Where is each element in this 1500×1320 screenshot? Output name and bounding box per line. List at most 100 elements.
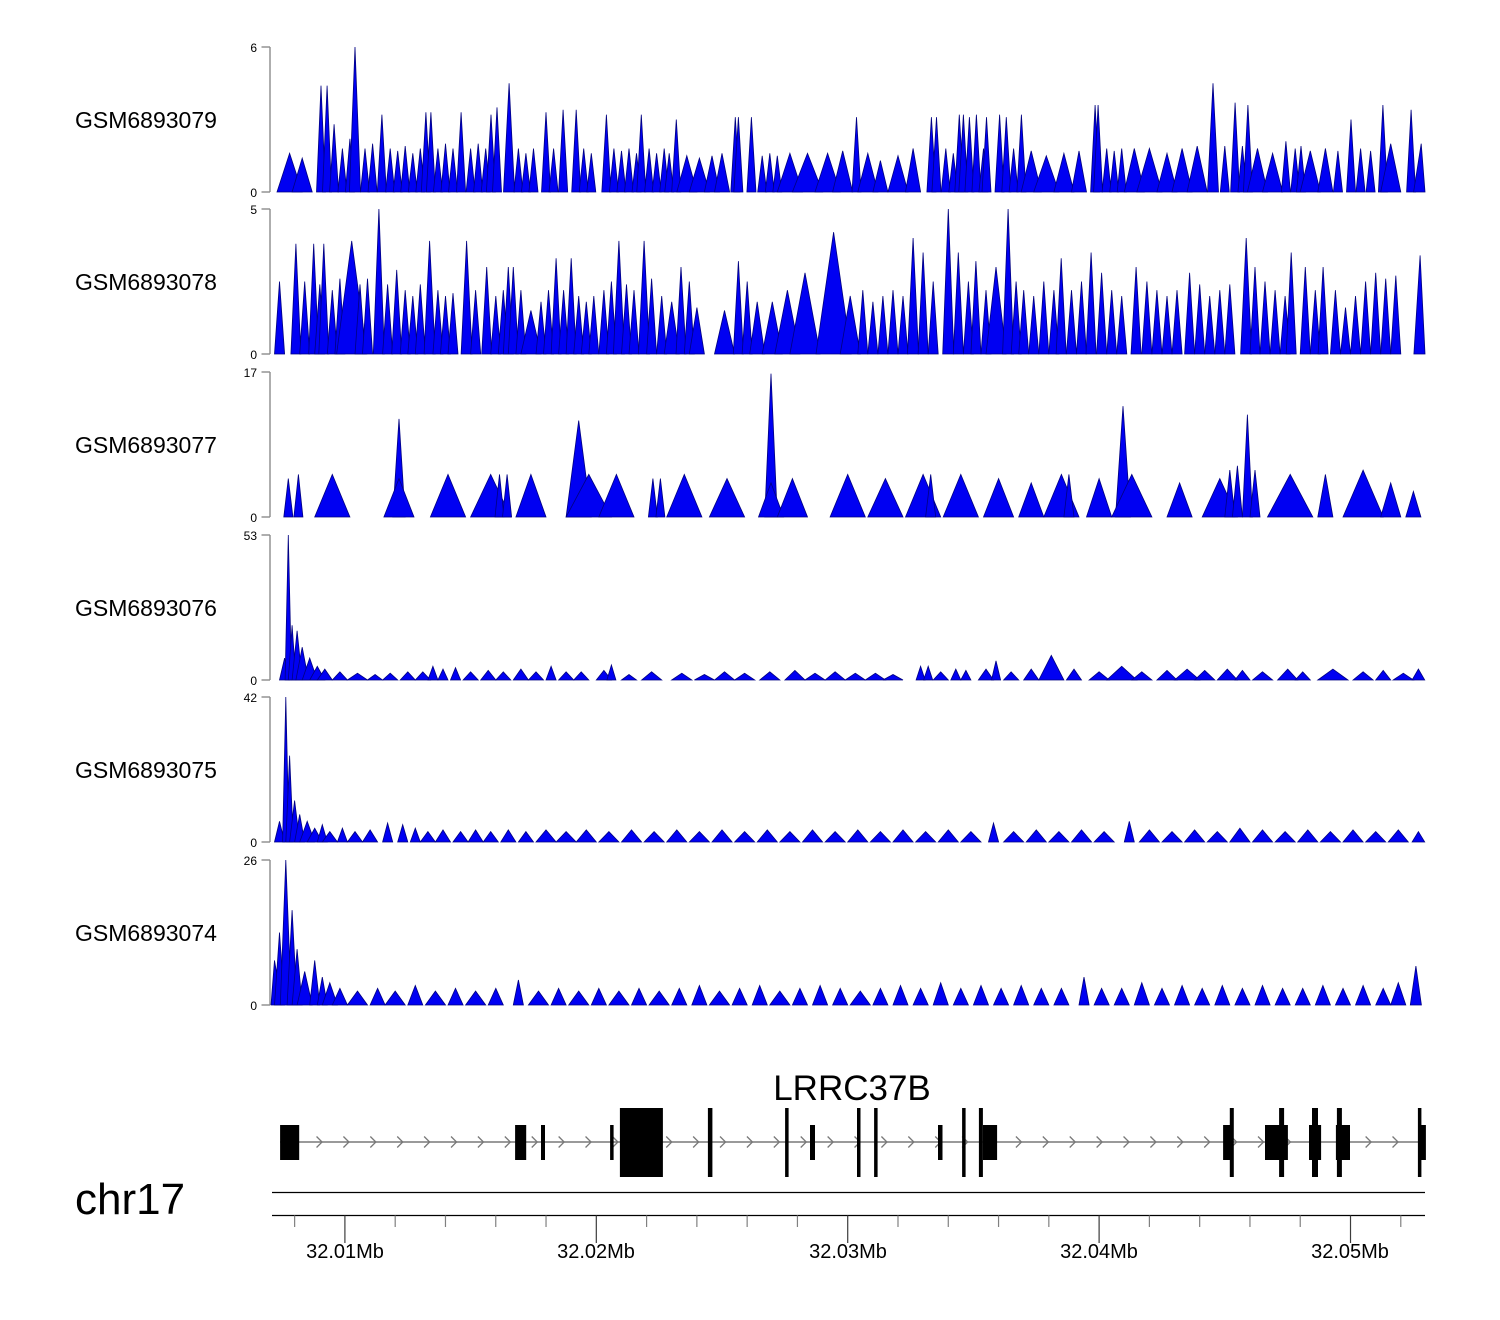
coverage-peak: [1102, 149, 1111, 193]
coverage-peak: [501, 830, 516, 842]
coverage-peak: [637, 115, 646, 192]
coverage-peak: [461, 241, 472, 354]
coverage-peak: [383, 673, 398, 680]
coverage-peak: [468, 830, 483, 842]
coverage-peak: [692, 986, 707, 1006]
coverage-peak: [1315, 986, 1330, 1006]
coverage-peak: [347, 673, 367, 680]
coverage-peak: [709, 479, 744, 517]
coverage-peak: [1333, 151, 1342, 192]
coverage-peak: [275, 282, 285, 355]
coverage-peak: [1320, 832, 1340, 842]
coverage-peak: [694, 675, 714, 681]
coverage-track-GSM6893078: [262, 209, 1426, 354]
coverage-peak: [1278, 669, 1298, 680]
gene-exon: [979, 1108, 983, 1177]
coverage-peak: [868, 302, 878, 354]
coverage-peak: [916, 832, 936, 842]
coverage-peak: [676, 267, 686, 354]
coverage-peak: [529, 149, 538, 193]
coverage-peak: [750, 302, 765, 354]
coverage-peak: [323, 86, 332, 192]
coverage-peak: [792, 988, 807, 1005]
coverage-peak: [672, 988, 687, 1005]
track-label: GSM6893079: [75, 107, 217, 133]
gene-name-label: LRRC37B: [773, 1069, 931, 1108]
coverage-peak: [1142, 282, 1152, 355]
coverage-peak: [1414, 144, 1425, 192]
coverage-peak: [928, 282, 938, 355]
coverage-peak: [938, 830, 958, 842]
coverage-peak: [913, 988, 928, 1005]
coverage-peak: [441, 144, 450, 192]
coverage-peak: [315, 474, 350, 517]
coverage-peak: [1187, 146, 1207, 192]
coverage-peak: [1232, 466, 1242, 517]
coverage-track-GSM6893079: [262, 47, 1426, 192]
coverage-peak: [1412, 669, 1425, 680]
coverage-peak: [1391, 983, 1406, 1005]
coverage-peak: [363, 279, 373, 354]
coverage-peak: [648, 479, 657, 517]
coverage-peak: [1242, 415, 1252, 517]
coverage-peak: [642, 672, 662, 680]
coverage-peak: [1107, 290, 1117, 354]
coverage-peak: [715, 153, 730, 192]
coverage-peak: [1347, 120, 1356, 193]
y-zero-label: 0: [250, 511, 257, 525]
coverage-track-GSM6893075: [262, 697, 1425, 842]
coverage-peak: [632, 988, 647, 1005]
coverage-peak: [466, 991, 486, 1005]
coverage-peak: [951, 669, 961, 680]
coverage-peak: [1175, 986, 1190, 1006]
coverage-peak: [1298, 830, 1318, 842]
coverage-peak: [760, 672, 780, 680]
coverage-track-GSM6893074: [262, 860, 1422, 1005]
coverage-peak: [735, 832, 755, 842]
coverage-track-GSM6893077: [262, 372, 1421, 517]
gene-exon: [610, 1125, 614, 1160]
coverage-peak: [589, 296, 599, 354]
coverage-peak: [645, 149, 654, 193]
track-label: GSM6893076: [75, 595, 217, 621]
coverage-peak: [924, 666, 933, 680]
track-label: GSM6893074: [75, 920, 217, 946]
chromosome-label: chr17: [75, 1175, 185, 1224]
coverage-peak: [546, 666, 556, 680]
coverage-peak: [1215, 986, 1230, 1006]
coverage-peak: [363, 830, 378, 842]
coverage-peak: [893, 986, 908, 1006]
coverage-peak: [715, 311, 735, 355]
gene-exon: [857, 1108, 861, 1177]
coverage-peak: [961, 670, 971, 680]
coverage-peak: [1004, 832, 1024, 842]
coverage-peak: [712, 830, 732, 842]
coverage-peak: [569, 991, 589, 1005]
coverage-peak: [408, 153, 417, 192]
coverage-peak: [1167, 483, 1192, 517]
coverage-peak: [587, 153, 596, 192]
coverage-peak: [972, 115, 981, 192]
coverage-peak: [361, 149, 370, 193]
coverage-peak: [1172, 290, 1182, 354]
coverage-peak: [1406, 491, 1421, 517]
coverage-peak: [1341, 308, 1351, 354]
coverage-peak: [1072, 151, 1087, 192]
y-zero-label: 0: [250, 674, 257, 688]
coverage-peak: [1381, 279, 1391, 354]
coverage-peak: [1235, 988, 1250, 1005]
coverage-peak: [1195, 988, 1210, 1005]
coverage-peak: [521, 153, 530, 192]
coverage-peak: [463, 672, 478, 680]
coverage-peak: [503, 474, 512, 517]
coverage-peak: [368, 144, 377, 192]
coverage-peak: [607, 665, 616, 680]
y-zero-label: 0: [250, 186, 257, 200]
coverage-peak: [1414, 255, 1425, 354]
coverage-peak: [870, 832, 890, 842]
coverage-peak: [300, 282, 310, 355]
coverage-peak: [1343, 830, 1363, 842]
coverage-peak: [667, 830, 687, 842]
coverage-peak: [1049, 832, 1069, 842]
coverage-peak: [1185, 273, 1195, 354]
